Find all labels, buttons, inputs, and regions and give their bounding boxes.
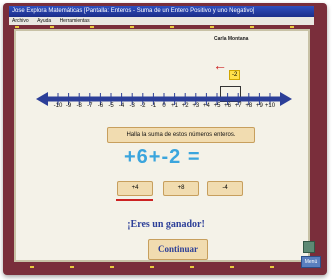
number-line-tick-label: +10 xyxy=(264,103,276,109)
frame-light xyxy=(190,266,194,268)
frame-light xyxy=(270,266,274,268)
frame-light xyxy=(30,266,34,268)
answer-option-3[interactable]: -4 xyxy=(207,181,243,196)
answer-option-1[interactable]: +4 xyxy=(117,181,153,196)
number-line-tick-label: -9 xyxy=(65,103,72,109)
number-line-tick-label: -7 xyxy=(87,103,93,109)
number-line-tick-label: -5 xyxy=(108,103,114,109)
number-line-tick-label: +3 xyxy=(192,103,200,109)
number-line-tick-label: -4 xyxy=(118,103,125,109)
number-line-tick-label: 0 xyxy=(162,103,166,109)
frame-light xyxy=(210,26,214,28)
frame-light xyxy=(15,26,19,28)
number-line-tick-label: +4 xyxy=(202,103,210,109)
frame-light xyxy=(230,266,234,268)
number-line-tick-label: +9 xyxy=(255,103,263,109)
frame-light xyxy=(250,26,254,28)
frame-light xyxy=(110,266,114,268)
frame-light xyxy=(150,266,154,268)
number-line-tick-label: -2 xyxy=(140,103,146,109)
selected-answer-underline xyxy=(116,199,153,201)
number-line-tick-label: +7 xyxy=(234,103,242,109)
math-expression: +6+-2 = xyxy=(124,146,201,168)
number-line-tick-label: -6 xyxy=(97,103,104,109)
number-line-highlight-box xyxy=(220,86,241,102)
number-line-heading: Carla Montana xyxy=(214,36,249,42)
continue-button[interactable]: Continuar xyxy=(148,239,208,260)
frame-light xyxy=(70,266,74,268)
number-line-tick-label: -3 xyxy=(129,103,135,109)
number-line-tick-label: -1 xyxy=(150,103,157,109)
menu-bar: Archivo Ayuda Herramientas xyxy=(9,17,314,25)
menu-button[interactable]: Menú xyxy=(301,256,321,268)
frame-light xyxy=(90,26,94,28)
menu-item-ayuda[interactable]: Ayuda xyxy=(37,18,51,24)
result-message: ¡Eres un ganador! xyxy=(127,219,205,230)
frame-light xyxy=(170,26,174,28)
left-arrow-icon: ← xyxy=(213,57,227,73)
number-line-tick-label: +6 xyxy=(224,103,232,109)
frame-light xyxy=(290,26,294,28)
number-line-tick-label: +2 xyxy=(181,103,189,109)
number-line-marker: -2 xyxy=(229,70,241,80)
number-line-tick-label: +8 xyxy=(245,103,253,109)
instruction-text: Halla la suma de estos números enteros. xyxy=(107,127,255,143)
menu-item-archivo[interactable]: Archivo xyxy=(12,18,29,24)
window-titlebar: Jose Explora Matemáticas [Pantalla: Ente… xyxy=(9,6,314,17)
menu-item-herramientas[interactable]: Herramientas xyxy=(60,18,90,24)
frame-light xyxy=(50,26,54,28)
frame-light xyxy=(130,26,134,28)
number-line-tick-label: -10 xyxy=(53,103,63,109)
number-line-tick-label: +1 xyxy=(171,103,179,109)
number-line-tick-label: +5 xyxy=(213,103,221,109)
calculator-icon[interactable] xyxy=(303,241,315,253)
answer-option-2[interactable]: +8 xyxy=(163,181,199,196)
number-line-tick-label: -8 xyxy=(76,103,82,109)
